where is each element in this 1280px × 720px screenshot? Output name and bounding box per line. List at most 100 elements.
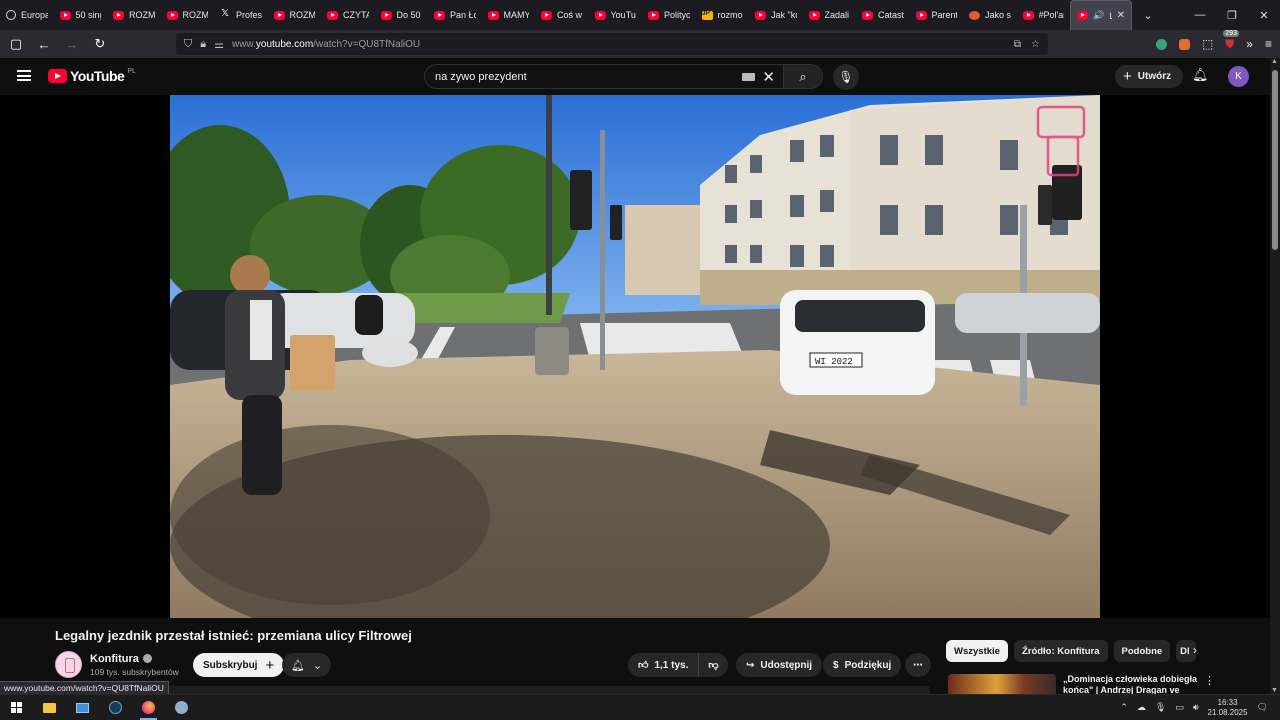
recommended-video-thumbnail[interactable] xyxy=(948,674,1056,694)
privacy-extension-icon[interactable] xyxy=(1155,38,1167,50)
close-icon[interactable]: ✕ xyxy=(1117,10,1125,21)
browser-tab[interactable]: Profes xyxy=(214,0,268,30)
thanks-button[interactable]: $ Podziękuj xyxy=(823,653,902,677)
browser-tab[interactable]: ROZM xyxy=(107,0,161,30)
restore-icon[interactable]: ❐ xyxy=(1216,9,1248,22)
browser-tab[interactable]: #Pol'ar xyxy=(1017,0,1071,30)
browser-tab[interactable]: MAMY xyxy=(482,0,536,30)
cloud-icon[interactable]: ☁ xyxy=(1137,702,1146,713)
search-button[interactable]: ⌕ xyxy=(783,64,823,89)
like-button[interactable]: 👍︎ 1,1 tys. xyxy=(628,653,698,677)
account-avatar[interactable]: K xyxy=(1228,66,1249,87)
browser-tab[interactable]: Catastr xyxy=(856,0,910,30)
recommended-more-icon[interactable]: ⋮ xyxy=(1204,674,1215,687)
tray-chevron-icon[interactable]: ⌃ xyxy=(1120,702,1128,713)
tab-label: Do 50 xyxy=(396,10,421,20)
start-button[interactable] xyxy=(0,695,33,720)
browser-tab[interactable]: Europa xyxy=(0,0,54,30)
notifications-bell-icon[interactable]: 🔔︎ xyxy=(1192,67,1209,83)
browser-tab[interactable]: rozmo xyxy=(696,0,750,30)
clock[interactable]: 16:33 21.08.2025 xyxy=(1208,698,1248,718)
notification-center-icon[interactable]: 🗨︎ xyxy=(1257,702,1268,713)
scroll-down-icon[interactable]: ▼ xyxy=(1271,687,1278,694)
create-button[interactable]: + Utwórz xyxy=(1115,65,1184,88)
bookmark-star-icon[interactable]: ☆ xyxy=(1031,39,1040,50)
youtube-icon xyxy=(541,10,552,20)
chip-all[interactable]: Wszystkie xyxy=(946,640,1008,662)
search-input[interactable]: na zywo prezydent ✕ xyxy=(424,64,784,89)
page-scrollbar[interactable]: ▲ ▼ xyxy=(1270,58,1280,694)
chip-similar[interactable]: Podobne xyxy=(1113,640,1171,662)
voice-search-button[interactable]: 🎙︎ xyxy=(833,64,859,90)
youtube-icon xyxy=(808,10,820,20)
addon-extension-icon[interactable] xyxy=(1178,38,1190,50)
picture-in-picture-icon[interactable]: ⧉ xyxy=(1014,39,1021,50)
overflow-chevron-icon[interactable]: » xyxy=(1246,37,1253,51)
share-icon: ↪ xyxy=(746,659,755,671)
browser-tab[interactable]: Do 50 xyxy=(375,0,429,30)
permissions-icon[interactable]: ⚌ xyxy=(214,38,224,51)
youtube-logo[interactable]: YouTube PL xyxy=(48,68,136,84)
browser-tab[interactable]: Zadali xyxy=(803,0,857,30)
volume-icon[interactable]: 🔊︎ xyxy=(1193,702,1199,713)
back-icon[interactable]: ← xyxy=(32,37,56,52)
address-bar[interactable]: ⛉ 🔒︎ ⚌ www.youtube.com/watch?v=QU8TfNali… xyxy=(176,33,1048,55)
scrollbar-thumb[interactable] xyxy=(1272,70,1278,250)
ublock-icon[interactable]: ⛊ 293 xyxy=(1223,29,1239,52)
monitor-icon xyxy=(76,702,89,713)
channel-name-text: Konfitura xyxy=(90,653,139,665)
browser-tab[interactable]: Pan Ło xyxy=(428,0,482,30)
taskbar-remote-desktop[interactable] xyxy=(66,695,99,720)
window-close-icon[interactable]: ✕ xyxy=(1248,9,1280,22)
youtube-icon xyxy=(915,10,927,20)
sidebar-toggle-icon[interactable]: ▢ xyxy=(4,36,28,52)
browser-tab[interactable]: ROZM xyxy=(268,0,322,30)
lock-icon[interactable]: 🔒︎ xyxy=(200,38,206,51)
share-button[interactable]: ↪ Udostępnij xyxy=(736,653,823,677)
chip-source[interactable]: Źródło: Konfitura xyxy=(1013,640,1108,662)
mic-tray-icon[interactable]: 🎙︎ xyxy=(1155,702,1166,713)
browser-tab[interactable]: Jak "ko xyxy=(749,0,803,30)
network-icon[interactable]: ▭ xyxy=(1175,702,1184,713)
browser-tab[interactable]: Parent xyxy=(910,0,964,30)
tab-active[interactable]: 🔊 Leg ✕ xyxy=(1070,0,1132,30)
taskbar-steam[interactable] xyxy=(99,695,132,720)
dislike-button[interactable]: 👎︎ xyxy=(698,653,728,677)
video-player[interactable]: WI 2022 xyxy=(0,95,1270,618)
video-frame[interactable]: WI 2022 xyxy=(170,95,1100,618)
browser-tab[interactable]: 50 sing xyxy=(54,0,108,30)
browser-tab[interactable]: CZYTA xyxy=(321,0,375,30)
minimize-icon[interactable]: — xyxy=(1184,9,1216,22)
chevron-right-icon[interactable]: › xyxy=(1193,643,1197,657)
clear-search-icon[interactable]: ✕ xyxy=(762,68,775,86)
taskbar-file-explorer[interactable] xyxy=(33,695,66,720)
keyboard-icon[interactable] xyxy=(742,73,755,81)
channel-name[interactable]: Konfitura xyxy=(90,653,152,665)
list-all-tabs-chevron-icon[interactable]: ⌄ xyxy=(1138,9,1158,22)
recommended-video-title[interactable]: „Dominacja człowieka dobiegła końca" | A… xyxy=(1063,674,1203,694)
subscribe-button[interactable]: Subskrybuj + xyxy=(193,653,285,677)
taskbar-app[interactable] xyxy=(165,695,198,720)
browser-tab[interactable]: Jako s xyxy=(963,0,1017,30)
guide-menu-icon[interactable] xyxy=(17,70,31,81)
shield-icon[interactable]: ⛉ xyxy=(184,38,192,51)
notification-preferences-button[interactable]: 🔔︎ ⌄ xyxy=(282,653,331,677)
taskbar-firefox[interactable] xyxy=(132,695,165,720)
browser-tab[interactable]: YouTu xyxy=(589,0,643,30)
browser-tab[interactable]: Coś w xyxy=(535,0,589,30)
browser-tab[interactable]: ROZM xyxy=(161,0,215,30)
extensions-puzzle-icon[interactable]: ⬚ xyxy=(1202,37,1213,51)
speaker-icon[interactable]: 🔊 xyxy=(1093,10,1104,21)
more-actions-button[interactable]: ⋯ xyxy=(905,653,931,677)
related-filter-chips: Wszystkie Źródło: Konfitura Podobne Dl xyxy=(946,640,1197,662)
channel-avatar[interactable] xyxy=(55,651,82,678)
reload-icon[interactable]: ↻ xyxy=(88,36,112,52)
scroll-up-icon[interactable]: ▲ xyxy=(1271,58,1278,65)
youtube-icon xyxy=(755,10,766,20)
forward-icon[interactable]: → xyxy=(60,37,84,52)
url-text[interactable]: www.youtube.com/watch?v=QU8TfNaliOU xyxy=(232,39,420,50)
country-code: PL xyxy=(127,68,136,75)
browser-tab[interactable]: Polityc xyxy=(642,0,696,30)
bell-icon: 🔔︎ xyxy=(290,659,305,672)
menu-icon[interactable]: ≡ xyxy=(1265,37,1272,51)
